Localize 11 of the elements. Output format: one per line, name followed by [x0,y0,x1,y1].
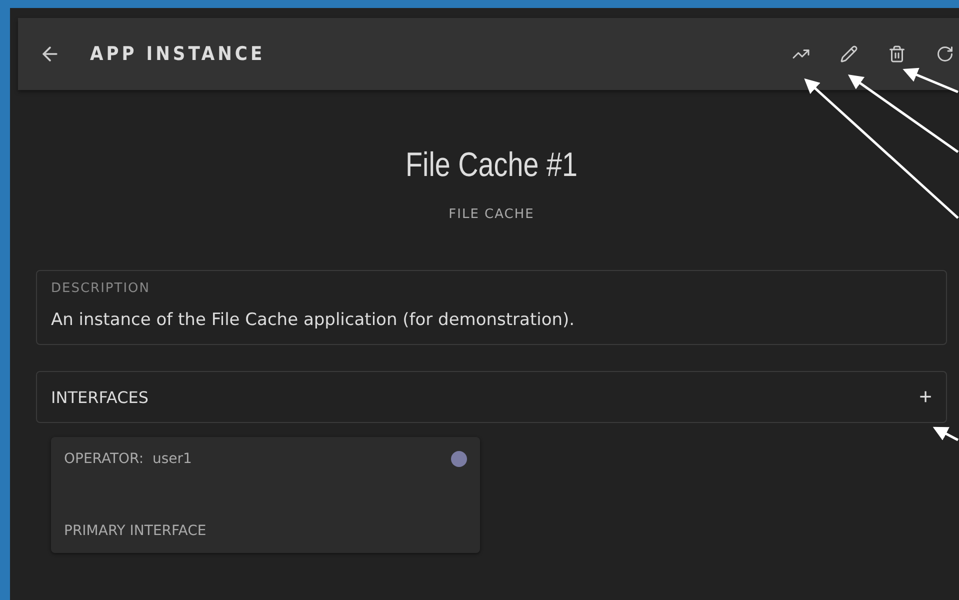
add-button[interactable]: + [919,384,932,410]
callout-arrow [932,426,959,442]
description-text: An instance of the File Cache application (for demonstration). [51,310,575,330]
page-title: APP INSTANCE [90,43,266,65]
instance-name: File Cache #1 [404,146,578,185]
application-name: FILE CACHE [448,207,536,222]
description-label: DESCRIPTION [51,281,150,296]
interface-card[interactable]: OPERATOR: user1 PRIMARY INTERFACE [51,437,480,553]
operator-text: OPERATOR: user1 [64,451,192,467]
interfaces-label: INTERFACES [51,388,149,406]
interface-type: PRIMARY INTERFACE [64,523,208,539]
